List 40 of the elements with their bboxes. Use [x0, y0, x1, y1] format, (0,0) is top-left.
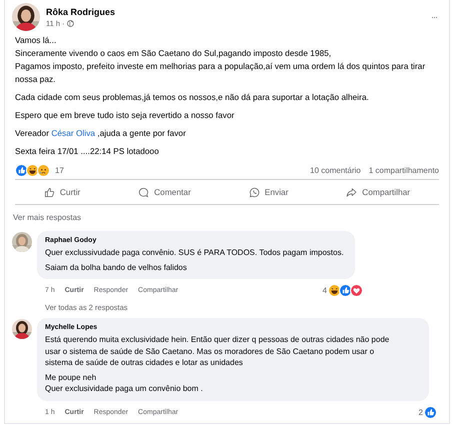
post-text: Vamos lá... [15, 34, 58, 47]
send-action-button[interactable]: Enviar [242, 184, 294, 200]
more-replies-link[interactable]: Ver mais respostas [13, 213, 82, 222]
share-count[interactable]: 1 compartilhamento [368, 166, 439, 174]
comment-text: sistema de saúde de outras cidades e lotar as unidades [45, 357, 244, 368]
post-text: Pagamos imposto, prefeito investe em melhorias para a população,aí vem uma ordem lá dos quintos para tirar [15, 60, 426, 73]
share-arrow-icon [346, 186, 358, 198]
laughing-reaction-icon [26, 164, 39, 176]
post-text: nossa paz. [15, 73, 57, 86]
post-text: Vereador César Oliva ,ajuda a gente por favor [15, 127, 187, 140]
laughing-reaction-icon [328, 284, 341, 297]
globe-icon [66, 20, 74, 26]
comment-text: Saiam da bolha bando de velhos falidos [45, 262, 188, 273]
post-text: Sinceramente vivendo o caos em São Caetano do Sul,pagando imposto desde 1985, [15, 47, 332, 60]
comment-action-button[interactable]: Comentar [132, 184, 197, 200]
author-name[interactable]: Rôka Rodrigues [46, 6, 425, 16]
sad-reaction-icon [37, 164, 50, 176]
share-action-button[interactable]: Compartilhar [340, 184, 416, 200]
post-text: Espero que em breve tudo isto seja revertido a nosso favor [15, 109, 236, 122]
like-reaction-icon [339, 284, 352, 297]
heart-reaction-icon [350, 284, 363, 297]
like-reaction-icon [15, 164, 28, 176]
post-text: Cada cidade com seus problemas,já temos os nossos,e não dá para suportar a lotação alheira. [15, 91, 370, 104]
comment-text: Me poupe neh [45, 372, 98, 383]
comment-count[interactable]: 10 comentário [310, 166, 361, 174]
more-options-button[interactable]: ··· [431, 12, 437, 22]
thumbs-up-icon [44, 186, 55, 198]
post-text: Sexta feira 17/01 ....22:14 PS lotadooo [15, 145, 160, 158]
comment-text: usar o sistema de saúde de São Caetano. Mas os moradores de São Caetano podem usar o [45, 346, 376, 357]
mention-link[interactable]: César Oliva [51, 128, 96, 138]
comment-text: Está querendo muita exclusividade hein. Então quer dizer q pessoas de outras cidades não pode [45, 334, 390, 346]
reaction-count[interactable]: 17 [55, 166, 64, 174]
comment-reaction-count[interactable]: 2 [418, 408, 423, 416]
like-action-button[interactable]: Curtir [38, 184, 86, 200]
like-reaction-icon [424, 406, 437, 418]
comment-text: Quer exclussivudade paga convênio. SUS é PARA TODOS. Todos pagam impostos. [45, 247, 345, 258]
comment-text: Quer exclusividade paga um convênio bom . [45, 383, 204, 394]
phone-bubble-icon [248, 186, 260, 198]
comment-reaction-count[interactable]: 4 [322, 286, 327, 295]
speech-bubble-icon [138, 186, 150, 198]
